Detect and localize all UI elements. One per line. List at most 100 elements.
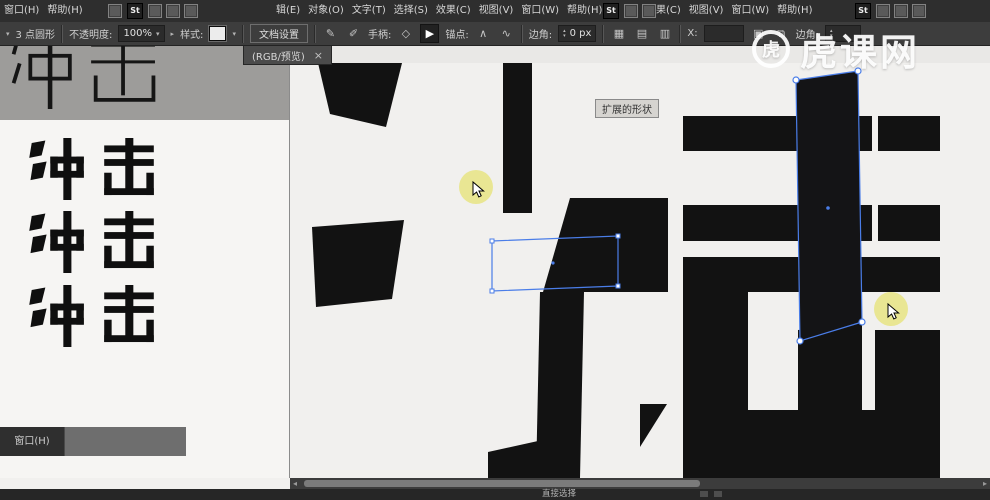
scroll-right-icon[interactable]: ▸ <box>983 478 987 489</box>
menu-item-view2[interactable]: 视图(V) <box>685 0 728 22</box>
menu-item-help3[interactable]: 帮助(H) <box>773 0 816 22</box>
menu-item-effect2[interactable]: 果(C) <box>652 0 685 22</box>
grid-icon[interactable] <box>876 4 890 18</box>
bold-chong-glyph[interactable] <box>28 138 90 200</box>
menu-group-left: 窗口(H) 帮助(H) <box>0 0 87 22</box>
anchors-label: 锚点: <box>445 30 469 41</box>
bold-ji-glyph[interactable] <box>98 138 160 200</box>
scrollbar-thumb[interactable] <box>304 480 700 487</box>
chevron-down-icon[interactable]: ▾ <box>232 30 236 38</box>
selected-skewed-stroke[interactable] <box>795 70 863 342</box>
pen-icon[interactable]: ✎ <box>322 25 339 42</box>
menu-item-object[interactable]: 对象(O) <box>304 0 348 22</box>
menu-item-window2[interactable]: 窗口(W) <box>517 0 563 22</box>
chong-box-chunk[interactable] <box>543 198 668 292</box>
chevron-down-icon: ▾ <box>156 29 160 38</box>
menu-item-window3[interactable]: 窗口(W) <box>727 0 773 22</box>
ji-bottom-bar[interactable] <box>683 410 940 478</box>
opacity-input[interactable]: 100% ▾ <box>118 25 165 42</box>
left-artboard: 冲击 冲击 冲击 <box>0 120 290 478</box>
app-icon-st[interactable]: St <box>603 3 619 19</box>
columns-icon[interactable] <box>912 4 926 18</box>
menu-item-edit[interactable]: 辑(E) <box>272 0 304 22</box>
menu-item-window[interactable]: 窗口(H) <box>0 0 43 22</box>
grid-icon[interactable] <box>108 4 122 18</box>
status-bar: 直接选择 <box>0 489 990 500</box>
watermark: 虎 虎课网 <box>752 22 920 76</box>
convert-anchor-smooth-icon[interactable]: ∿ <box>498 25 515 42</box>
app-window: 窗口(H) 帮助(H) St 辑(E) 对象(O) 文字(T) 选择(S) 效果… <box>0 0 990 500</box>
menu-group-mid: 辑(E) 对象(O) 文字(T) 选择(S) 效果(C) 视图(V) 窗口(W)… <box>272 0 606 22</box>
show-handles-icon[interactable]: ◇ <box>397 25 414 42</box>
toolbar-divider <box>241 24 244 43</box>
menu-bar: 窗口(H) 帮助(H) St 辑(E) 对象(O) 文字(T) 选择(S) 效果… <box>0 0 990 23</box>
bottom-left-panel: 窗口(H) <box>0 427 186 456</box>
align-rows-icon[interactable]: ▤ <box>633 25 650 42</box>
window-menu-button[interactable]: 窗口(H) <box>0 427 64 456</box>
stepper-icon[interactable]: ▴ ▾ <box>563 28 566 39</box>
style-label: 样式: <box>180 30 204 41</box>
horizontal-scrollbar[interactable]: ◂ ▸ <box>290 478 990 489</box>
chong-left-lower-stroke[interactable] <box>312 220 404 307</box>
chong-bottom-fragment[interactable] <box>488 441 538 478</box>
corner-radius-input[interactable]: ▴ ▾ 0 px <box>558 25 597 42</box>
menu-item-type[interactable]: 文字(T) <box>348 0 390 22</box>
beaker-icon[interactable] <box>184 4 198 18</box>
text-row-2: 冲击 <box>0 120 1 121</box>
window-divider <box>289 45 290 478</box>
toolbar-divider <box>679 24 682 43</box>
status-icon[interactable] <box>714 491 722 497</box>
x-coordinate-label: X: <box>687 28 698 39</box>
hide-handles-icon[interactable]: ▶ <box>420 24 440 43</box>
app-icon-st[interactable]: St <box>127 3 143 19</box>
watermark-text: 虎课网 <box>800 31 920 74</box>
menu-group-right: 果(C) 视图(V) 窗口(W) 帮助(H) <box>652 0 816 22</box>
document-tab-title: (RGB/预览) <box>252 51 305 63</box>
panel-dropdown[interactable] <box>64 427 186 456</box>
main-canvas[interactable]: 冲 击 <box>290 63 990 478</box>
grid-icon[interactable] <box>624 4 638 18</box>
align-columns-icon[interactable]: ▥ <box>656 25 673 42</box>
chong-vertical-top[interactable] <box>503 63 532 213</box>
status-icon[interactable] <box>700 491 708 497</box>
chevron-right-icon[interactable]: ▸ <box>171 30 175 38</box>
app-icon-st[interactable]: St <box>855 3 871 19</box>
ji-second-bar-right[interactable] <box>878 205 940 241</box>
menu-icons-2: St <box>600 0 658 22</box>
chong-corner-fragment[interactable] <box>640 404 667 447</box>
scroll-left-icon[interactable]: ◂ <box>293 478 297 489</box>
document-tab[interactable]: (RGB/预览) × <box>243 45 332 65</box>
close-icon[interactable]: × <box>314 49 323 62</box>
align-grid-icon[interactable]: ▦ <box>610 25 627 42</box>
document-setup-button[interactable]: 文档设置 <box>249 24 308 43</box>
menu-item-view[interactable]: 视图(V) <box>475 0 518 22</box>
tooltip: 扩展的形状 <box>595 99 659 118</box>
menu-item-effect[interactable]: 效果(C) <box>432 0 475 22</box>
chong-vertical-bottom[interactable] <box>536 292 584 478</box>
toolbar-divider <box>602 24 605 43</box>
bold-ji-glyph[interactable] <box>98 211 160 273</box>
thin-chong-ji-glyphs <box>11 45 156 109</box>
pencil-icon[interactable]: ✐ <box>345 25 362 42</box>
convert-anchor-corner-icon[interactable]: ∧ <box>475 25 492 42</box>
bold-ji-glyph[interactable] <box>98 285 160 347</box>
chong-top-left-stroke[interactable] <box>318 63 402 127</box>
x-coordinate-input[interactable] <box>703 25 744 42</box>
bold-chong-glyph[interactable] <box>28 285 90 347</box>
active-tool-label: 直接选择 <box>542 489 577 499</box>
menu-item-select[interactable]: 选择(S) <box>390 0 432 22</box>
handles-label: 手柄: <box>367 30 392 41</box>
menu-item-help[interactable]: 帮助(H) <box>43 0 86 22</box>
toolbar-divider <box>61 24 64 43</box>
bold-chong-glyph[interactable] <box>28 211 90 273</box>
panel-layout-icon[interactable] <box>148 4 162 18</box>
menu-icons-3: St <box>852 0 928 22</box>
text-row-1: 冲击 <box>0 120 1 121</box>
corner-label: 边角: <box>528 30 553 41</box>
menu-icons-1: St <box>106 0 200 22</box>
columns-icon[interactable] <box>166 4 180 18</box>
panel-layout-icon[interactable] <box>894 4 908 18</box>
ji-top-bar-right[interactable] <box>878 116 940 151</box>
chevron-down-icon[interactable]: ▾ <box>6 30 10 38</box>
style-swatch[interactable] <box>209 26 227 41</box>
